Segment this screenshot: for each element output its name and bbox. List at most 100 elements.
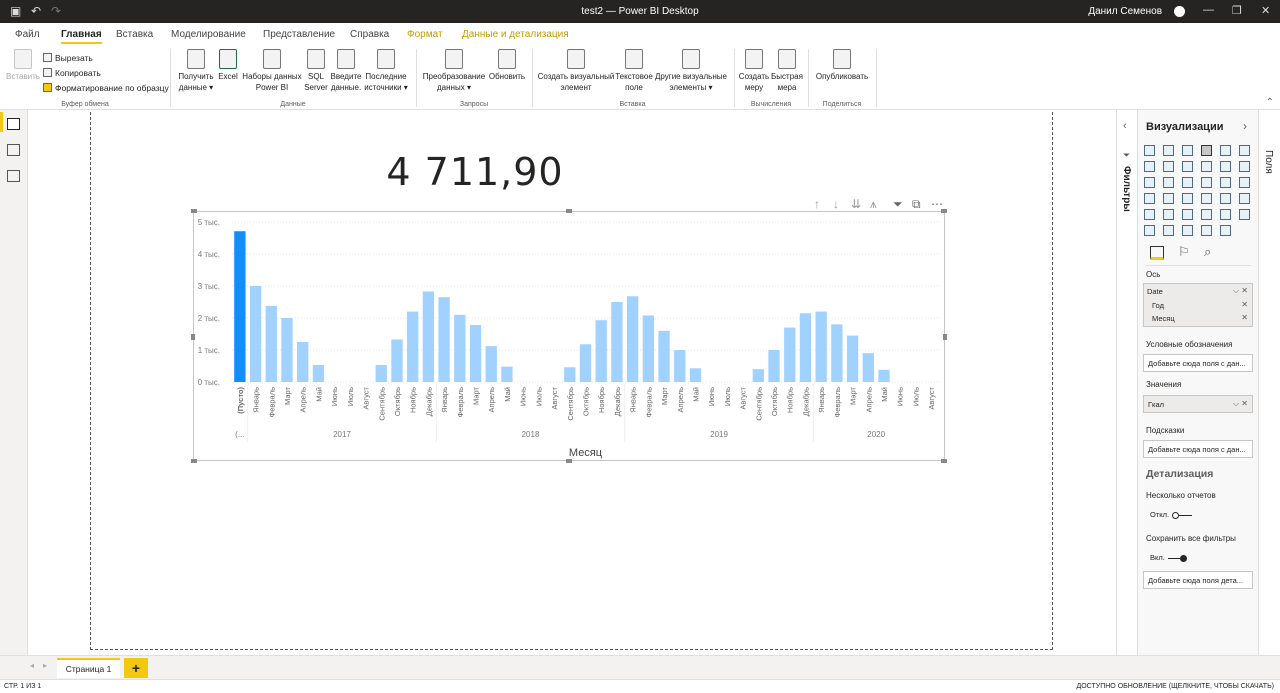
close-icon[interactable]: ✕ xyxy=(1261,4,1270,17)
model-view-icon[interactable] xyxy=(7,170,20,182)
analytics-icon[interactable]: ⌕ xyxy=(1204,244,1211,260)
key-influencers-icon[interactable] xyxy=(1239,209,1250,220)
expand-hierarchy-icon[interactable]: ⩚ xyxy=(870,197,877,212)
collapse-filters-icon[interactable]: ‹ xyxy=(1123,120,1127,132)
get-data-button[interactable]: Получить данные ▾ xyxy=(176,49,216,93)
axis-field-month[interactable]: Месяц xyxy=(1152,314,1175,323)
tab-modeling[interactable]: Моделирование xyxy=(171,29,246,40)
tooltips-well[interactable]: Добавьте сюда поля с дан... xyxy=(1143,440,1253,458)
format-roller-icon[interactable]: ⚐ xyxy=(1178,244,1190,260)
100-column-icon[interactable] xyxy=(1239,145,1250,156)
axis-well[interactable]: Date ⌵ ✕ Год ✕ Месяц ✕ xyxy=(1143,283,1253,327)
r-visual-icon[interactable] xyxy=(1201,209,1212,220)
tab-file[interactable]: Файл xyxy=(15,29,40,40)
sql-server-button[interactable]: SQL Server xyxy=(303,49,329,93)
qa-icon[interactable] xyxy=(1163,225,1174,236)
collapse-ribbon-icon[interactable]: ⌃ xyxy=(1266,97,1274,108)
fields-label[interactable]: Поля xyxy=(1263,150,1274,174)
area-icon[interactable] xyxy=(1163,161,1174,172)
card-value[interactable]: 4 711,90 xyxy=(380,150,570,194)
recent-sources-button[interactable]: Последние источники ▾ xyxy=(362,49,410,93)
paginated-icon[interactable] xyxy=(1201,225,1212,236)
100-bar-icon[interactable] xyxy=(1220,145,1231,156)
values-field[interactable]: Гкал xyxy=(1148,400,1164,409)
user-name[interactable]: Данил Семенов xyxy=(1088,6,1162,17)
tab-view[interactable]: Представление xyxy=(263,29,335,40)
report-view-icon[interactable] xyxy=(7,118,20,130)
waterfall-icon[interactable] xyxy=(1144,177,1155,188)
gauge-icon[interactable] xyxy=(1182,193,1193,204)
enter-data-button[interactable]: Введите данные. xyxy=(329,49,363,93)
drill-down-icon[interactable]: ↓ xyxy=(833,197,839,211)
resize-handle[interactable] xyxy=(566,459,572,463)
treemap-icon[interactable] xyxy=(1239,177,1250,188)
user-avatar[interactable] xyxy=(1174,6,1185,17)
scatter-icon[interactable] xyxy=(1182,177,1193,188)
resize-handle[interactable] xyxy=(191,209,197,213)
filters-pane[interactable]: ‹ ⏷ Фильтры xyxy=(1116,110,1138,655)
data-view-icon[interactable] xyxy=(7,144,20,156)
quick-measure-button[interactable]: Быстрая мера xyxy=(770,49,804,93)
filter-icon[interactable]: ⏷ xyxy=(893,197,903,212)
resize-handle[interactable] xyxy=(191,334,195,340)
tab-insert[interactable]: Вставка xyxy=(116,29,153,40)
map-icon[interactable] xyxy=(1144,193,1155,204)
keep-filters-toggle[interactable] xyxy=(1168,555,1188,562)
column-chart-visual[interactable]: 0 тыс. 1 тыс. 2 тыс. 3 тыс. 4 тыс. 5 тыс. (Пус… xyxy=(193,211,945,461)
decomposition-tree-icon[interactable] xyxy=(1144,225,1155,236)
fields-pane[interactable]: Поля xyxy=(1259,110,1280,655)
python-visual-icon[interactable] xyxy=(1220,209,1231,220)
update-available-link[interactable]: ДОСТУПНО ОБНОВЛЕНИЕ (ЩЕЛКНИТЕ, ЧТОБЫ СКА… xyxy=(1076,683,1274,690)
funnel-icon[interactable] xyxy=(1163,177,1174,188)
pie-icon[interactable] xyxy=(1201,177,1212,188)
drill-up-icon[interactable]: ↑ xyxy=(814,197,820,211)
paste-button[interactable]: Вставить xyxy=(6,49,40,82)
minimize-icon[interactable]: — xyxy=(1203,4,1214,16)
legend-well[interactable]: Добавьте сюда поля с дан... xyxy=(1143,354,1253,372)
tab-format[interactable]: Формат xyxy=(407,29,443,40)
tab-home[interactable]: Главная xyxy=(61,29,102,44)
remove-field-icon[interactable]: ✕ xyxy=(1241,313,1248,322)
line-clustered-icon[interactable] xyxy=(1220,161,1231,172)
new-visual-button[interactable]: Создать визуальный элемент xyxy=(537,49,615,93)
card-icon[interactable] xyxy=(1201,193,1212,204)
resize-handle[interactable] xyxy=(943,334,947,340)
axis-field-year[interactable]: Год xyxy=(1152,301,1164,310)
page-tab-1[interactable]: Страница 1 xyxy=(57,658,120,678)
stacked-area-icon[interactable] xyxy=(1182,161,1193,172)
multirow-card-icon[interactable] xyxy=(1220,193,1231,204)
resize-handle[interactable] xyxy=(191,459,197,463)
tab-help[interactable]: Справка xyxy=(350,29,389,40)
axis-field-date[interactable]: Date xyxy=(1147,287,1163,296)
donut-icon[interactable] xyxy=(1220,177,1231,188)
table-icon[interactable] xyxy=(1163,209,1174,220)
cross-report-toggle[interactable] xyxy=(1172,512,1192,519)
filled-map-icon[interactable] xyxy=(1163,193,1174,204)
slicer-icon[interactable] xyxy=(1144,209,1155,220)
restore-icon[interactable]: ❐ xyxy=(1232,4,1242,17)
resize-handle[interactable] xyxy=(941,459,947,463)
publish-button[interactable]: Опубликовать xyxy=(813,49,871,82)
matrix-icon[interactable] xyxy=(1182,209,1193,220)
next-level-icon[interactable]: ⇊ xyxy=(851,197,861,211)
expand-viz-icon[interactable]: › xyxy=(1243,119,1247,133)
line-icon[interactable] xyxy=(1144,161,1155,172)
focus-mode-icon[interactable]: ⧉ xyxy=(912,197,921,212)
drillthrough-well[interactable]: Добавьте сюда поля дета... xyxy=(1143,571,1253,589)
add-page-button[interactable]: + xyxy=(124,658,148,678)
filters-label[interactable]: Фильтры xyxy=(1121,166,1132,212)
remove-field-icon[interactable]: ✕ xyxy=(1241,300,1248,309)
prev-page-icon[interactable]: ◂ xyxy=(30,661,34,670)
cut-button[interactable]: Вырезать xyxy=(43,53,93,63)
datasets-button[interactable]: Наборы данных Power BI xyxy=(241,49,303,93)
ribbon-icon[interactable] xyxy=(1239,161,1250,172)
refresh-button[interactable]: Обновить xyxy=(487,49,527,82)
resize-handle[interactable] xyxy=(566,209,572,213)
values-well[interactable]: Гкал ⌵ ✕ xyxy=(1143,395,1253,413)
excel-button[interactable]: Excel xyxy=(216,49,240,82)
more-visuals-button[interactable]: Другие визуальные элементы ▾ xyxy=(654,49,728,93)
clustered-column-icon[interactable] xyxy=(1163,145,1174,156)
format-painter-button[interactable]: Форматирование по образцу xyxy=(43,83,169,93)
new-measure-button[interactable]: Создать меру xyxy=(738,49,770,93)
textbox-button[interactable]: Текстовое поле xyxy=(615,49,653,93)
